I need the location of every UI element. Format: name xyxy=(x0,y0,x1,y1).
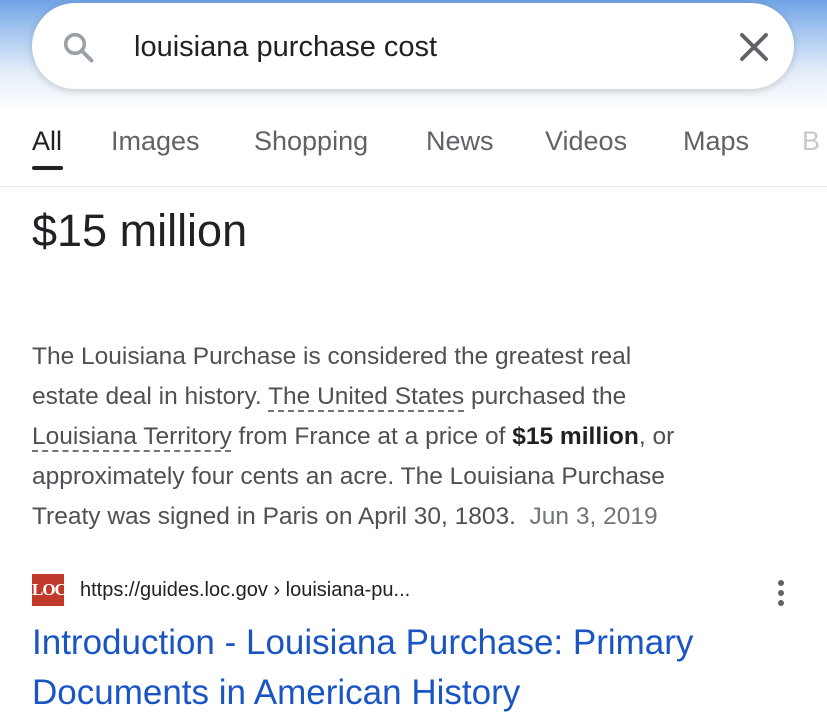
site-favicon: LOC xyxy=(32,574,67,606)
snippet-highlight: $15 million xyxy=(512,423,639,450)
tab-maps[interactable]: Maps xyxy=(683,124,749,158)
entity-link-united-states[interactable]: The United States xyxy=(268,383,464,410)
snippet-text: from France at a price of xyxy=(231,423,513,450)
snippet-line: estate deal in history. The United State… xyxy=(32,377,812,417)
featured-snippet: The Louisiana Purchase is considered the… xyxy=(32,337,812,537)
snippet-line: approximately four cents an acre. The Lo… xyxy=(32,463,665,490)
search-bar[interactable]: louisiana purchase cost xyxy=(32,3,794,89)
snippet-text: Treaty was signed in Paris on April 30, … xyxy=(32,503,516,530)
active-tab-indicator xyxy=(32,166,63,170)
search-tabs: All Images Shopping News Videos Maps B xyxy=(0,110,827,187)
result-title-link[interactable]: Introduction - Louisiana Purchase: Prima… xyxy=(32,618,822,718)
tab-books-partial[interactable]: B xyxy=(802,124,820,158)
snippet-date: Jun 3, 2019 xyxy=(529,503,658,530)
tab-shopping[interactable]: Shopping xyxy=(254,124,368,158)
search-input[interactable]: louisiana purchase cost xyxy=(134,27,437,67)
close-icon[interactable] xyxy=(736,29,772,65)
result-title-line[interactable]: Documents in American History xyxy=(32,668,822,718)
search-icon[interactable] xyxy=(60,29,96,65)
result-source[interactable]: LOC https://guides.loc.gov › louisiana-p… xyxy=(32,572,802,612)
more-vert-icon[interactable] xyxy=(774,578,788,608)
tab-videos[interactable]: Videos xyxy=(545,124,627,158)
snippet-line: Louisiana Territory from France at a pri… xyxy=(32,417,812,457)
snippet-text: purchased the xyxy=(464,383,627,410)
tab-images[interactable]: Images xyxy=(111,124,200,158)
snippet-line: The Louisiana Purchase is considered the… xyxy=(32,343,632,370)
result-title-line[interactable]: Introduction - Louisiana Purchase: Prima… xyxy=(32,618,822,668)
tab-all[interactable]: All xyxy=(32,124,62,158)
snippet-text: estate deal in history. xyxy=(32,383,269,410)
snippet-text: , or xyxy=(638,423,675,450)
entity-link-louisiana-territory[interactable]: Louisiana Territory xyxy=(32,423,232,450)
tab-news[interactable]: News xyxy=(426,124,494,158)
snippet-line: Treaty was signed in Paris on April 30, … xyxy=(32,497,812,537)
featured-answer: $15 million xyxy=(32,205,248,256)
result-url[interactable]: https://guides.loc.gov › louisiana-pu... xyxy=(80,576,410,604)
